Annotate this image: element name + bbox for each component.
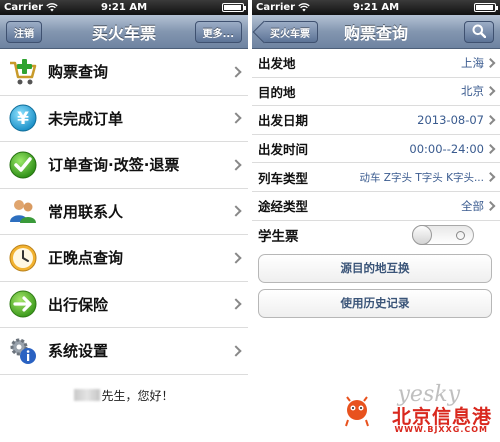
menu-label: 常用联系人	[48, 202, 124, 221]
chevron-right-icon	[485, 115, 496, 125]
carrier-label: Carrier	[4, 2, 44, 13]
battery-icon	[222, 3, 246, 12]
status-bar: Carrier 9:21 AM	[0, 0, 248, 15]
row-student-ticket: 学生票	[252, 221, 500, 250]
logout-button[interactable]: 注销	[6, 21, 42, 43]
wifi-icon	[298, 3, 310, 12]
chevron-right-icon	[230, 345, 242, 357]
menu-item-settings[interactable]: 系统设置	[0, 328, 248, 375]
carrier-group: Carrier	[256, 2, 310, 13]
menu-item-ticket-query[interactable]: 购票查询	[0, 49, 248, 96]
carrier-group: Carrier	[4, 2, 58, 13]
menu-label: 订单查询·改签·退票	[48, 156, 180, 175]
row-label: 出发地	[258, 56, 296, 72]
chevron-right-icon	[485, 143, 496, 154]
row-label: 目的地	[258, 84, 296, 100]
carrier-label: Carrier	[256, 2, 296, 13]
watermark-url: WWW.BJXXG.COM	[394, 425, 488, 434]
menu-label: 正晚点查询	[48, 249, 124, 268]
menu-item-order-query[interactable]: 订单查询·改签·退票	[0, 142, 248, 189]
chevron-right-icon	[230, 112, 242, 124]
row-destination[interactable]: 目的地 北京	[252, 78, 500, 107]
back-button[interactable]: 买火车票	[264, 21, 318, 43]
row-departure[interactable]: 出发地 上海	[252, 49, 500, 78]
menu-item-delay-query[interactable]: 正晚点查询	[0, 235, 248, 282]
row-value: 上海	[461, 55, 484, 70]
menu-label: 购票查询	[48, 63, 109, 82]
chevron-right-icon	[485, 172, 496, 183]
chevron-right-icon	[485, 200, 496, 211]
row-departure-date[interactable]: 出发日期 2013-08-07	[252, 106, 500, 135]
clock-icon	[6, 241, 40, 275]
row-value: 全部	[461, 198, 484, 213]
yen-coin-icon: ¥	[6, 101, 40, 135]
main-menu: 购票查询 ¥ 未完成订单 订单查询·改签·退票 常用联系人 正晚点查询 出行保险…	[0, 49, 248, 375]
search-icon	[472, 24, 487, 41]
chevron-right-icon	[230, 252, 242, 264]
cart-plus-icon	[6, 55, 40, 89]
battery-icon	[474, 3, 498, 12]
toggle-off-icon	[456, 230, 465, 240]
page-title: 购票查询	[343, 23, 408, 43]
row-departure-time[interactable]: 出发时间 00:00--24:00	[252, 135, 500, 164]
menu-label: 系统设置	[48, 342, 109, 361]
row-label: 途经类型	[258, 199, 309, 215]
contacts-icon	[6, 194, 40, 228]
ticket-query-form: 出发地 上海 目的地 北京 出发日期 2013-08-07 出发时间 00:00…	[252, 49, 500, 318]
gears-info-icon	[6, 334, 40, 368]
greeting-label: 先生，您好！	[101, 388, 174, 403]
chevron-right-icon	[485, 57, 496, 68]
wifi-icon	[46, 3, 58, 12]
chevron-right-icon	[230, 205, 242, 217]
status-bar: Carrier 9:21 AM	[252, 0, 500, 15]
chevron-right-icon	[485, 86, 496, 97]
row-label: 出发时间	[258, 142, 309, 158]
nav-bar: 注销 买火车票 更多...	[0, 15, 248, 49]
row-label: 列车类型	[258, 170, 309, 186]
menu-item-insurance[interactable]: 出行保险	[0, 281, 248, 328]
svg-text:¥: ¥	[17, 109, 29, 129]
ticket-query-screen: Carrier 9:21 AM 买火车票 购票查询 出发地 上海 目的地 北京	[252, 0, 500, 442]
redacted-name	[74, 389, 101, 401]
search-button[interactable]	[464, 21, 494, 43]
checkmark-icon	[6, 148, 40, 182]
toggle-knob	[412, 225, 432, 246]
swap-destination-button[interactable]: 源目的地互换	[258, 253, 492, 283]
use-history-button[interactable]: 使用历史记录	[258, 288, 492, 318]
greeting-text: 先生，您好！	[0, 375, 248, 404]
arrow-right-circle-icon	[6, 287, 40, 321]
chevron-right-icon	[230, 159, 242, 171]
page-title: 买火车票	[91, 23, 156, 43]
chevron-right-icon	[230, 66, 242, 78]
row-train-type[interactable]: 列车类型 动车 Z字头 T字头 K字头...	[252, 163, 500, 192]
row-value: 00:00--24:00	[409, 141, 484, 156]
student-ticket-toggle[interactable]	[412, 225, 474, 246]
row-value: 2013-08-07	[417, 112, 484, 127]
main-menu-screen: Carrier 9:21 AM 注销 买火车票 更多... 购票查询 ¥ 未完成…	[0, 0, 248, 442]
menu-item-unfinished-orders[interactable]: ¥ 未完成订单	[0, 95, 248, 142]
chevron-right-icon	[230, 298, 242, 310]
row-value: 动车 Z字头 T字头 K字头...	[359, 171, 484, 184]
row-value: 北京	[461, 84, 484, 99]
nav-bar: 买火车票 购票查询	[252, 15, 500, 49]
row-label: 学生票	[258, 229, 299, 246]
watermark: yesky 北京信息港 WWW.BJXXG.COM	[342, 382, 492, 438]
mascot-logo-icon	[342, 396, 372, 428]
row-label: 出发日期	[258, 113, 309, 129]
more-button[interactable]: 更多...	[194, 21, 242, 43]
menu-label: 出行保险	[48, 295, 109, 314]
row-route-type[interactable]: 途经类型 全部	[252, 192, 500, 221]
menu-label: 未完成订单	[48, 109, 124, 128]
menu-item-contacts[interactable]: 常用联系人	[0, 188, 248, 235]
